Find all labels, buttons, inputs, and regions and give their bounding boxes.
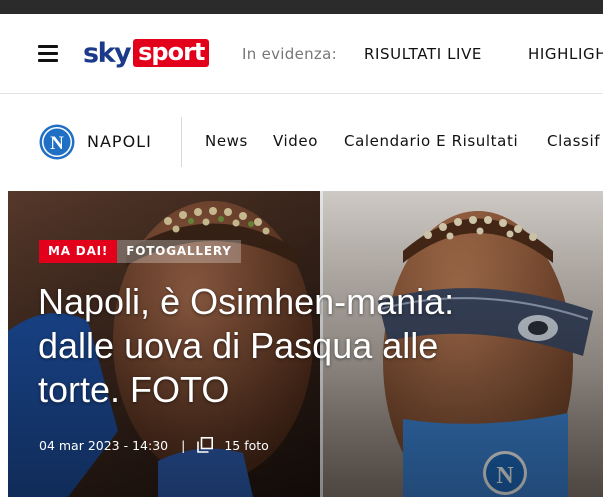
logo-sport-text: sport <box>133 39 210 67</box>
article-title[interactable]: Napoli, è Osimhen-mania: dalle uova di P… <box>38 280 508 412</box>
gallery-icon <box>197 437 214 453</box>
svg-text:N: N <box>50 133 64 154</box>
tab-classifica[interactable]: Classif <box>547 132 600 150</box>
tab-video[interactable]: Video <box>273 132 318 150</box>
menu-icon[interactable] <box>38 44 58 62</box>
sky-sport-logo[interactable]: sky sport <box>83 36 210 70</box>
tab-news[interactable]: News <box>205 132 248 150</box>
subnav-divider <box>181 117 182 167</box>
badge-ma-dai[interactable]: MA DAI! <box>39 240 118 263</box>
article-date: 04 mar 2023 - 14:30 <box>39 437 169 453</box>
meta-separator: | <box>181 437 186 453</box>
article-meta: 04 mar 2023 - 14:30 | 15 foto <box>39 437 269 453</box>
napoli-crest-icon[interactable]: N <box>39 124 75 160</box>
tab-calendario-risultati[interactable]: Calendario E Risultati <box>344 132 518 150</box>
evidenza-label: In evidenza: <box>242 45 337 63</box>
logo-sky-text: sky <box>83 37 132 69</box>
nav-link-risultati-live[interactable]: RISULTATI LIVE <box>364 45 482 63</box>
site-header: sky sport In evidenza: RISULTATI LIVE HI… <box>0 14 603 94</box>
badge-fotogallery[interactable]: FOTOGALLERY <box>117 240 241 263</box>
article-badges: MA DAI! FOTOGALLERY <box>39 240 241 263</box>
team-name[interactable]: NAPOLI <box>87 132 152 151</box>
nav-link-highlights[interactable]: HIGHLIGH <box>528 45 603 63</box>
photo-count: 15 foto <box>224 437 269 453</box>
team-subnav: N NAPOLI News Video Calendario E Risulta… <box>0 95 603 191</box>
top-strip <box>0 0 603 14</box>
